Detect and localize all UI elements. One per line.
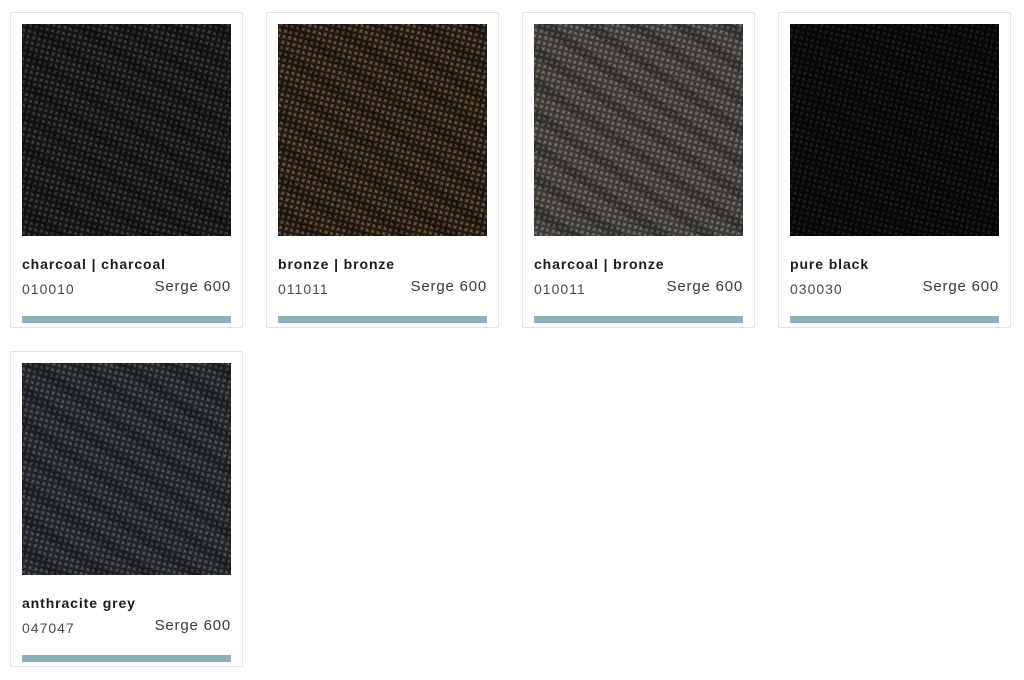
swatch-code: 011011 xyxy=(278,281,329,297)
fabric-texture xyxy=(278,24,487,236)
fabric-texture xyxy=(22,24,231,236)
swatch-name: charcoal | charcoal xyxy=(22,256,166,272)
fabric-swatch-image[interactable] xyxy=(22,24,231,236)
swatch-card[interactable]: pure black 030030 Serge 600 xyxy=(778,12,1011,328)
swatch-collection: Serge 600 xyxy=(154,278,231,295)
select-swatch-bar[interactable] xyxy=(278,316,487,323)
select-swatch-bar[interactable] xyxy=(22,316,231,323)
swatch-name: anthracite grey xyxy=(22,595,136,611)
swatch-collection: Serge 600 xyxy=(154,617,231,634)
select-swatch-bar[interactable] xyxy=(534,316,743,323)
fabric-swatch-image[interactable] xyxy=(278,24,487,236)
fabric-texture xyxy=(790,24,999,236)
fabric-texture xyxy=(534,24,743,236)
swatch-name: charcoal | bronze xyxy=(534,256,665,272)
swatch-name: pure black xyxy=(790,256,870,272)
fabric-swatch-image[interactable] xyxy=(534,24,743,236)
select-swatch-bar[interactable] xyxy=(790,316,999,323)
fabric-swatch-image[interactable] xyxy=(22,363,231,575)
swatch-code: 010010 xyxy=(22,281,75,297)
fabric-texture xyxy=(22,363,231,575)
swatch-card[interactable]: anthracite grey 047047 Serge 600 xyxy=(10,351,243,667)
swatch-code: 047047 xyxy=(22,620,75,636)
swatch-grid: charcoal | charcoal 010010 Serge 600 bro… xyxy=(0,0,1024,680)
swatch-card[interactable]: charcoal | charcoal 010010 Serge 600 xyxy=(10,12,243,328)
swatch-collection: Serge 600 xyxy=(410,278,487,295)
select-swatch-bar[interactable] xyxy=(22,655,231,662)
swatch-code: 030030 xyxy=(790,281,843,297)
swatch-code: 010011 xyxy=(534,281,586,297)
swatch-card[interactable]: bronze | bronze 011011 Serge 600 xyxy=(266,12,499,328)
swatch-name: bronze | bronze xyxy=(278,256,395,272)
swatch-card[interactable]: charcoal | bronze 010011 Serge 600 xyxy=(522,12,755,328)
fabric-swatch-image[interactable] xyxy=(790,24,999,236)
swatch-collection: Serge 600 xyxy=(922,278,999,295)
swatch-collection: Serge 600 xyxy=(666,278,743,295)
